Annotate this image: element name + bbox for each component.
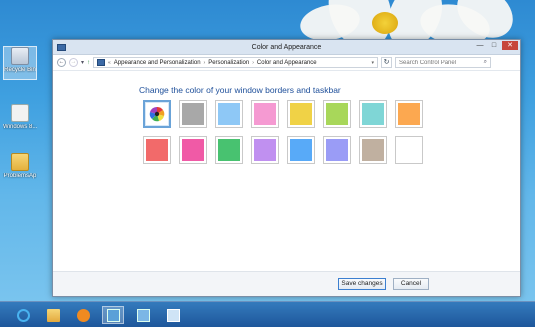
taskbar-remote-desktop[interactable] <box>162 306 184 324</box>
desktop-icon-label: Windows 8... <box>3 124 37 130</box>
swatch-fill <box>254 139 276 161</box>
address-bar: ← → ▾ ↑ « Appearance and Personalization… <box>53 55 520 71</box>
swatch-blue[interactable] <box>287 136 315 164</box>
taskbar-file-explorer[interactable] <box>42 306 64 324</box>
swatch-pink[interactable] <box>251 100 279 128</box>
save-changes-button[interactable]: Save changes <box>338 278 386 290</box>
swatch-fill <box>398 139 420 161</box>
swatch-fill <box>146 139 168 161</box>
taskbar-network[interactable] <box>132 306 154 324</box>
breadcrumb[interactable]: « Appearance and Personalization › Perso… <box>93 57 379 68</box>
desktop-icon-folder[interactable]: ProblemsAp <box>3 153 37 179</box>
color-swatch-grid <box>143 100 423 164</box>
taskbar-media-player[interactable] <box>72 306 94 324</box>
breadcrumb-item[interactable]: Color and Appearance <box>257 60 317 66</box>
desktop-icon-windows-setup[interactable]: Windows 8... <box>3 104 37 130</box>
swatch-taupe[interactable] <box>359 136 387 164</box>
back-button[interactable]: ← <box>57 58 66 67</box>
swatch-fill <box>290 139 312 161</box>
folder-icon <box>11 153 29 171</box>
swatch-red[interactable] <box>143 136 171 164</box>
cancel-button[interactable]: Cancel <box>393 278 429 290</box>
swatch-white[interactable] <box>395 136 423 164</box>
swatch-fill <box>362 139 384 161</box>
windows-setup-icon <box>11 104 29 122</box>
up-button[interactable]: ↑ <box>87 60 90 66</box>
recent-locations-button[interactable]: ▾ <box>81 59 84 66</box>
dialog-footer: Save changes Cancel <box>53 271 520 296</box>
swatch-fill <box>254 103 276 125</box>
internet-explorer-icon <box>16 308 30 322</box>
page-title: Change the color of your window borders … <box>139 85 341 95</box>
breadcrumb-item[interactable]: Personalization <box>208 60 249 66</box>
breadcrumb-overflow[interactable]: « <box>108 60 111 66</box>
close-button[interactable]: ✕ <box>502 41 518 50</box>
search-box[interactable]: ⌕ <box>395 57 492 68</box>
breadcrumb-item[interactable]: Appearance and Personalization <box>114 60 201 66</box>
minimize-button[interactable]: — <box>474 41 486 50</box>
window-title: Color and Appearance <box>251 43 322 51</box>
color-wheel-icon <box>146 103 168 125</box>
breadcrumb-separator[interactable]: › <box>252 60 254 66</box>
maximize-button[interactable]: □ <box>488 41 500 50</box>
title-bar[interactable]: Color and Appearance — □ ✕ <box>53 40 520 55</box>
swatch-periwinkle[interactable] <box>323 136 351 164</box>
swatch-gray[interactable] <box>179 100 207 128</box>
search-icon[interactable]: ⌕ <box>484 59 487 66</box>
swatch-orange[interactable] <box>395 100 423 128</box>
control-panel-icon <box>97 59 106 66</box>
swatch-magenta[interactable] <box>179 136 207 164</box>
swatch-automatic[interactable] <box>143 100 171 128</box>
swatch-fill <box>218 139 240 161</box>
desktop-icon-recycle-bin[interactable]: Recycle Bin <box>3 46 37 80</box>
taskbar-internet-explorer[interactable] <box>12 306 34 324</box>
network-icon <box>136 308 150 322</box>
recycle-bin-icon <box>11 47 29 65</box>
refresh-button[interactable]: ↻ <box>381 57 393 68</box>
swatch-fill <box>326 139 348 161</box>
swatch-fill <box>362 103 384 125</box>
control-panel-icon <box>106 308 120 322</box>
file-explorer-icon <box>46 308 60 322</box>
swatch-fill <box>218 103 240 125</box>
swatch-fill <box>182 103 204 125</box>
taskbar <box>0 301 535 327</box>
desktop-icon-label: ProblemsAp <box>3 173 37 179</box>
swatch-teal[interactable] <box>359 100 387 128</box>
forward-button[interactable]: → <box>69 58 78 67</box>
swatch-lime[interactable] <box>323 100 351 128</box>
swatch-yellow[interactable] <box>287 100 315 128</box>
control-panel-window: Color and Appearance — □ ✕ ← → ▾ ↑ « App… <box>52 39 521 297</box>
swatch-fill <box>398 103 420 125</box>
swatch-light-blue[interactable] <box>215 100 243 128</box>
swatch-fill <box>326 103 348 125</box>
remote-desktop-icon <box>166 308 180 322</box>
media-player-icon <box>76 308 90 322</box>
swatch-green[interactable] <box>215 136 243 164</box>
swatch-fill <box>182 139 204 161</box>
search-input[interactable] <box>399 59 478 66</box>
swatch-fill <box>290 103 312 125</box>
breadcrumb-separator[interactable]: › <box>204 60 206 66</box>
swatch-purple[interactable] <box>251 136 279 164</box>
address-dropdown[interactable]: ▾ <box>372 60 375 66</box>
taskbar-control-panel[interactable] <box>102 306 124 324</box>
desktop-icon-label: Recycle Bin <box>4 67 36 73</box>
